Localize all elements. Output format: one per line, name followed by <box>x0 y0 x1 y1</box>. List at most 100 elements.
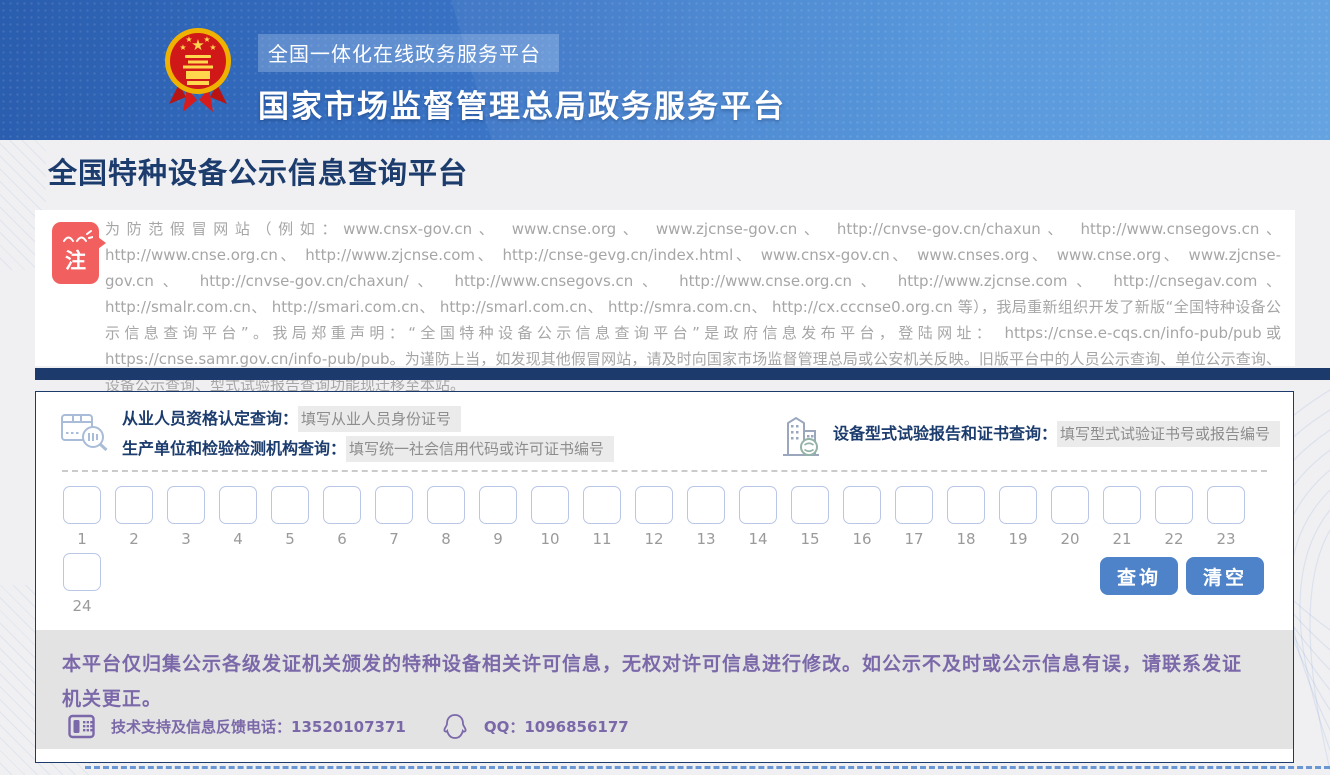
code-cell-8: 8 <box>427 486 465 549</box>
code-cell-6: 6 <box>323 486 361 549</box>
svg-text:★: ★ <box>179 43 186 52</box>
action-buttons: 查询 清空 <box>1100 557 1264 595</box>
code-box-number-16: 16 <box>843 530 881 549</box>
code-box-18[interactable] <box>947 486 985 524</box>
person-query-hint: 填写从业人员身份证号 <box>298 406 461 432</box>
note-icon: 注 <box>52 222 99 284</box>
device-query-block: 设备型式试验报告和证书查询：填写型式试验证书号或报告编号 <box>781 412 1280 456</box>
code-box-6[interactable] <box>323 486 361 524</box>
contact-row: 技术支持及信息反馈电话： 13520107371 QQ： 1096856177 <box>68 713 629 740</box>
code-box-9[interactable] <box>479 486 517 524</box>
clear-button[interactable]: 清空 <box>1186 557 1264 595</box>
code-cell-17: 17 <box>895 486 933 549</box>
qq-number: 1096856177 <box>524 718 628 736</box>
code-cell-4: 4 <box>219 486 257 549</box>
code-cell-13: 13 <box>687 486 725 549</box>
code-box-row-1: 1234567891011121314151617181920212223 <box>63 486 1293 549</box>
code-cell-11: 11 <box>583 486 621 549</box>
code-cell-9: 9 <box>479 486 517 549</box>
code-box-number-8: 8 <box>427 530 465 549</box>
code-box-21[interactable] <box>1103 486 1141 524</box>
code-box-7[interactable] <box>375 486 413 524</box>
person-query-label: 从业人员资格认定查询： <box>122 409 298 428</box>
code-box-2[interactable] <box>115 486 153 524</box>
code-box-12[interactable] <box>635 486 673 524</box>
code-box-number-15: 15 <box>791 530 829 549</box>
code-box-number-2: 2 <box>115 530 153 549</box>
org-query-hint: 填写统一社会信用代码或许可证书编号 <box>346 436 614 462</box>
code-box-number-17: 17 <box>895 530 933 549</box>
person-org-query-block: 从业人员资格认定查询：填写从业人员身份证号 生产单位和检验检测机构查询：填写统一… <box>60 404 614 464</box>
code-box-number-5: 5 <box>271 530 309 549</box>
code-box-number-1: 1 <box>63 530 101 549</box>
site-header: ★ ★ ★ ★ ★ 全国一体化在线政务服务平台 国家市场监督管理总局政务服务平台 <box>0 0 1330 140</box>
code-cell-16: 16 <box>843 486 881 549</box>
code-input-area: 1234567891011121314151617181920212223 24 <box>36 472 1293 630</box>
code-cell-23: 23 <box>1207 486 1245 549</box>
code-box-number-22: 22 <box>1155 530 1193 549</box>
code-box-22[interactable] <box>1155 486 1193 524</box>
phone-icon <box>68 714 95 739</box>
qq-label: QQ： <box>484 716 525 737</box>
device-query-hint: 填写型式试验证书号或报告编号 <box>1057 421 1280 447</box>
package-magnifier-icon <box>60 407 108 453</box>
code-box-4[interactable] <box>219 486 257 524</box>
code-box-13[interactable] <box>687 486 725 524</box>
note-label: 注 <box>52 249 99 273</box>
phone-number: 13520107371 <box>291 718 406 736</box>
code-box-15[interactable] <box>791 486 829 524</box>
code-cell-15: 15 <box>791 486 829 549</box>
site-title: 国家市场监督管理总局政务服务平台 <box>258 81 786 126</box>
qq-icon <box>442 713 468 740</box>
code-box-3[interactable] <box>167 486 205 524</box>
code-box-number-14: 14 <box>739 530 777 549</box>
code-box-16[interactable] <box>843 486 881 524</box>
code-box-number-12: 12 <box>635 530 673 549</box>
code-cell-20: 20 <box>1051 486 1089 549</box>
code-box-23[interactable] <box>1207 486 1245 524</box>
code-cell-3: 3 <box>167 486 205 549</box>
code-box-number-21: 21 <box>1103 530 1141 549</box>
code-box-number-3: 3 <box>167 530 205 549</box>
code-cell-1: 1 <box>63 486 101 549</box>
code-box-14[interactable] <box>739 486 777 524</box>
code-box-number-10: 10 <box>531 530 569 549</box>
code-box-24[interactable] <box>63 553 101 591</box>
disclaimer-text: 本平台仅归集公示各级发证机关颁发的特种设备相关许可信息，无权对许可信息进行修改。… <box>36 630 1293 717</box>
code-cell-22: 22 <box>1155 486 1193 549</box>
code-box-number-11: 11 <box>583 530 621 549</box>
query-panel: 从业人员资格认定查询：填写从业人员身份证号 生产单位和检验检测机构查询：填写统一… <box>35 391 1294 763</box>
org-query-label: 生产单位和检验检测机构查询： <box>122 439 346 458</box>
code-box-19[interactable] <box>999 486 1037 524</box>
code-cell-24: 24 <box>63 553 101 616</box>
device-query-label: 设备型式试验报告和证书查询： <box>833 424 1057 443</box>
code-box-5[interactable] <box>271 486 309 524</box>
code-box-20[interactable] <box>1051 486 1089 524</box>
code-box-number-4: 4 <box>219 530 257 549</box>
platform-badge: 全国一体化在线政务服务平台 <box>258 34 559 72</box>
code-cell-7: 7 <box>375 486 413 549</box>
code-box-17[interactable] <box>895 486 933 524</box>
code-cell-18: 18 <box>947 486 985 549</box>
anti-fraud-notice-panel: 注 为防范假冒网站（例如：www.cnsx-gov.cn、 www.cnse.o… <box>35 210 1295 366</box>
code-box-number-20: 20 <box>1051 530 1089 549</box>
code-cell-19: 19 <box>999 486 1037 549</box>
code-box-number-13: 13 <box>687 530 725 549</box>
search-button[interactable]: 查询 <box>1100 557 1178 595</box>
code-box-number-23: 23 <box>1207 530 1245 549</box>
code-box-1[interactable] <box>63 486 101 524</box>
code-cell-21: 21 <box>1103 486 1141 549</box>
page-title: 全国特种设备公示信息查询平台 <box>48 150 468 192</box>
code-box-number-9: 9 <box>479 530 517 549</box>
query-type-section: 从业人员资格认定查询：填写从业人员身份证号 生产单位和检验检测机构查询：填写统一… <box>36 392 1293 470</box>
building-globe-icon <box>781 412 821 456</box>
code-cell-12: 12 <box>635 486 673 549</box>
code-box-10[interactable] <box>531 486 569 524</box>
smiley-face-icon <box>59 229 93 245</box>
code-box-number-24: 24 <box>63 597 101 616</box>
svg-text:★: ★ <box>209 43 216 52</box>
code-box-11[interactable] <box>583 486 621 524</box>
national-emblem-icon: ★ ★ ★ ★ ★ <box>163 26 233 114</box>
code-box-8[interactable] <box>427 486 465 524</box>
bottom-dashed-rule <box>85 766 1330 769</box>
